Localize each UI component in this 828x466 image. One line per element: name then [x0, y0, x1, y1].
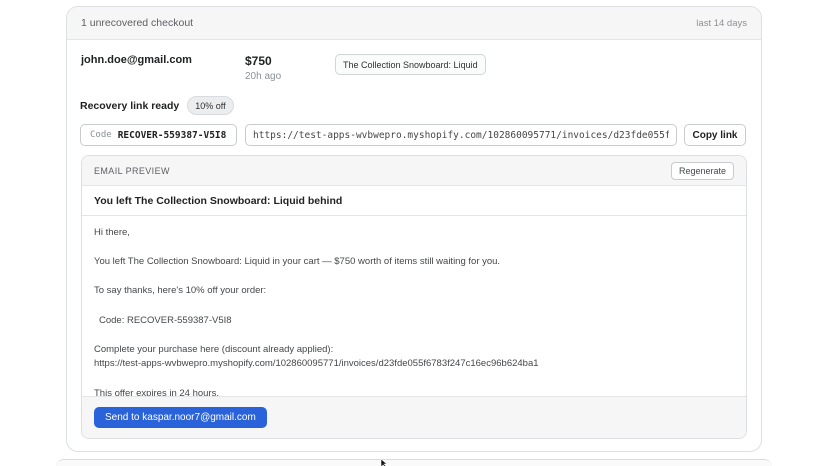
email-code-line: Code: RECOVER-559387-V5I8 [99, 314, 232, 326]
email-cart-line: You left The Collection Snowboard: Liqui… [94, 256, 501, 268]
copy-link-button[interactable]: Copy link [684, 124, 746, 146]
cart-amount: $750 [245, 54, 272, 68]
email-preview-label: EMAIL PREVIEW [94, 165, 170, 176]
regenerate-button[interactable]: Regenerate [670, 161, 734, 180]
customer-email: john.doe@gmail.com [81, 54, 192, 66]
email-body: Hi there, You left The Collection Snowbo… [82, 216, 746, 397]
date-range-label: last 14 days [696, 17, 747, 29]
recovery-status-row: Recovery link ready 10% off [80, 96, 234, 115]
product-chip: The Collection Snowboard: Liquid [335, 54, 486, 75]
card-header: 1 unrecovered checkout last 14 days [67, 7, 761, 40]
code-value[interactable]: RECOVER-559387-V5I8 [118, 130, 227, 141]
discount-badge: 10% off [187, 96, 234, 115]
email-preview-panel: EMAIL PREVIEW Regenerate You left The Co… [81, 155, 747, 439]
discount-code-field[interactable]: Code RECOVER-559387-V5I8 [80, 124, 237, 146]
email-preview-header: EMAIL PREVIEW Regenerate [82, 156, 746, 186]
recovery-url[interactable]: https://test-apps-wvbwepro.myshopify.com… [253, 130, 669, 141]
next-card-edge [56, 459, 772, 466]
email-link-line: https://test-apps-wvbwepro.myshopify.com… [94, 358, 539, 370]
send-email-button[interactable]: Send to kaspar.noor7@gmail.com [94, 407, 267, 428]
email-greeting: Hi there, [94, 227, 130, 238]
email-thanks-line: To say thanks, here's 10% off your order… [94, 285, 267, 297]
recovery-ready-label: Recovery link ready [80, 99, 180, 112]
email-complete-line: Complete your purchase here (discount al… [94, 343, 334, 355]
card-title: 1 unrecovered checkout [81, 17, 194, 29]
email-preview-footer: Send to kaspar.noor7@gmail.com [82, 396, 746, 438]
mouse-pointer-icon [381, 459, 388, 466]
checkout-time-ago: 20h ago [245, 71, 282, 82]
code-label: Code [90, 130, 112, 140]
email-subject: You left The Collection Snowboard: Liqui… [82, 186, 746, 216]
recovery-url-field[interactable]: https://test-apps-wvbwepro.myshopify.com… [245, 124, 677, 146]
checkout-summary-row: john.doe@gmail.com $750 20h ago The Coll… [67, 40, 761, 90]
